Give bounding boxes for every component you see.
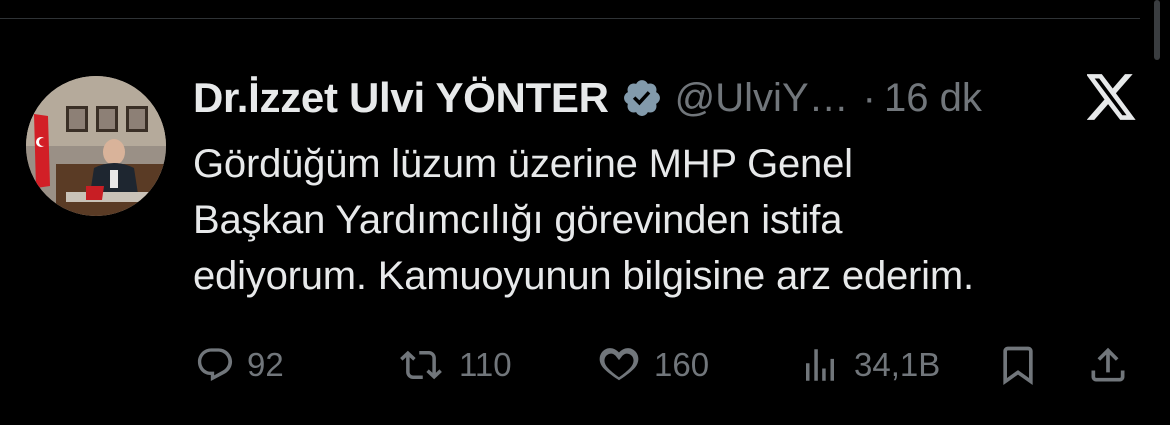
- separator-dot: ·: [862, 75, 876, 120]
- tweet-text-line: Başkan Yardımcılığı görevinden istifa: [193, 198, 843, 242]
- repost-count: 110: [459, 346, 512, 383]
- tweet-text-line: ediyorum. Kamuoyunun bilgisine arz ederi…: [193, 254, 974, 298]
- bookmark-button[interactable]: [996, 340, 1040, 390]
- share-button[interactable]: [1086, 340, 1130, 390]
- repost-icon: [400, 350, 442, 380]
- x-logo-icon: [1087, 74, 1136, 120]
- scrollbar[interactable]: [1154, 0, 1160, 60]
- reply-count: 92: [247, 346, 284, 383]
- share-icon: [1091, 347, 1125, 382]
- views-button[interactable]: 34,1B: [798, 340, 940, 390]
- avatar[interactable]: [26, 76, 166, 216]
- timestamp[interactable]: 16 dk: [884, 76, 982, 121]
- bookmark-icon: [1003, 346, 1033, 386]
- tweet-header: Dr.İzzet Ulvi YÖNTER @UlviYönter · 16 dk: [193, 70, 982, 126]
- like-count: 160: [654, 346, 710, 383]
- heart-icon: [599, 348, 639, 381]
- author-display-name[interactable]: Dr.İzzet Ulvi YÖNTER: [193, 74, 609, 122]
- verified-badge-icon: [623, 80, 660, 116]
- reply-button[interactable]: 92: [195, 340, 284, 390]
- reply-icon: [197, 348, 233, 382]
- repost-button[interactable]: 110: [395, 340, 512, 390]
- action-bar: 92 110 160 34,1B: [0, 340, 1170, 390]
- tweet-text-line: Gördüğüm lüzum üzerine MHP Genel: [193, 142, 853, 186]
- top-divider: [0, 18, 1140, 19]
- tweet-text: Gördüğüm lüzum üzerine MHP Genel Başkan …: [193, 136, 1143, 304]
- author-handle[interactable]: @UlviYönter: [675, 76, 853, 121]
- views-icon: [806, 349, 834, 381]
- like-button[interactable]: 160: [596, 340, 709, 390]
- views-count: 34,1B: [854, 346, 941, 383]
